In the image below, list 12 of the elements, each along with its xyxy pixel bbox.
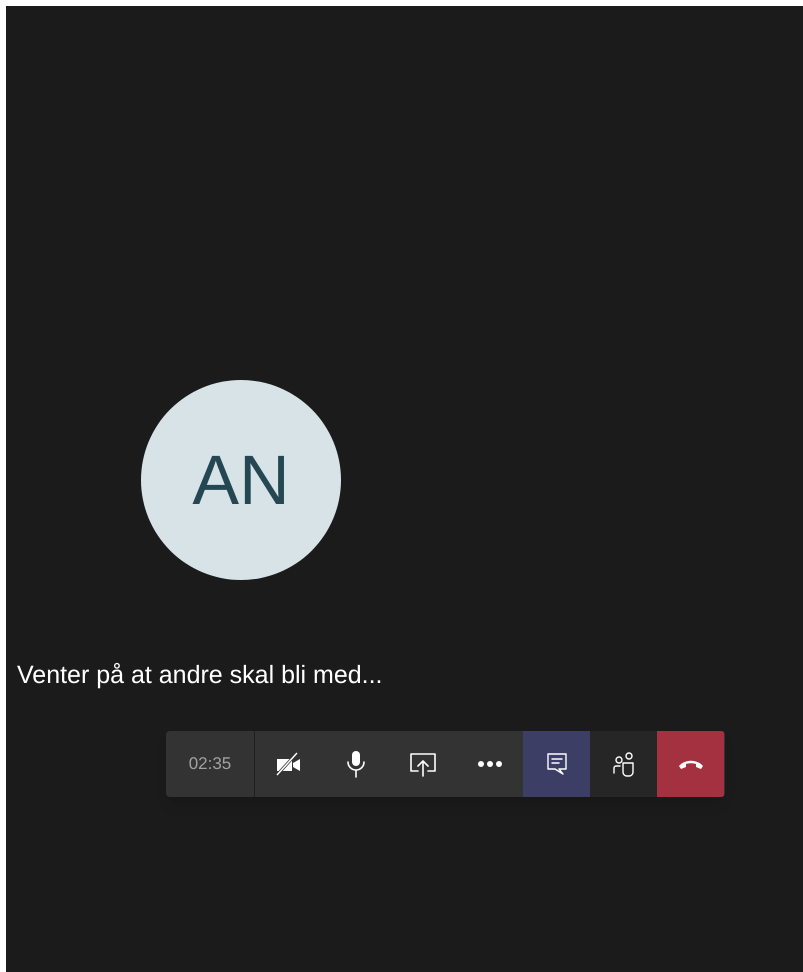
- avatar: AN: [141, 380, 341, 580]
- people-button[interactable]: [590, 731, 657, 797]
- microphone-icon: [344, 750, 366, 778]
- status-text: Venter på at andre skal bli med...: [17, 661, 382, 689]
- call-timer: 02:35: [188, 753, 232, 776]
- people-icon: [612, 751, 636, 777]
- chat-icon: [544, 751, 568, 777]
- chat-button[interactable]: [523, 731, 590, 797]
- more-icon: [476, 760, 502, 768]
- hang-up-icon: [676, 758, 704, 770]
- share-screen-icon: [408, 751, 438, 777]
- camera-off-button[interactable]: [255, 731, 322, 797]
